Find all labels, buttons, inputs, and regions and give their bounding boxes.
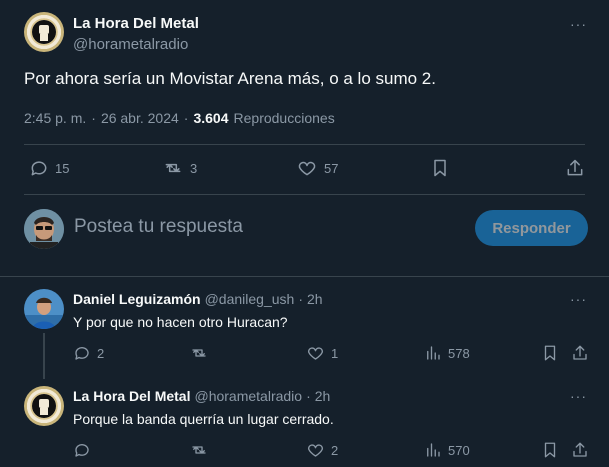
post-date[interactable]: 26 abr. 2024: [101, 110, 179, 126]
meta-separator: ·: [298, 291, 303, 307]
divider: [24, 194, 585, 195]
share-button[interactable]: [565, 158, 585, 178]
views-count: 578: [448, 345, 470, 361]
like-count: 57: [324, 160, 339, 176]
reply-author-handle[interactable]: @danileg_ush: [205, 291, 295, 307]
fist-logo-icon: [32, 20, 56, 44]
heart-icon: [296, 158, 318, 178]
reply-submit-button[interactable]: Responder: [475, 210, 588, 246]
reply-count: 15: [55, 160, 70, 176]
reply-icon: [73, 441, 91, 459]
bookmark-icon: [430, 158, 450, 178]
heart-icon: [306, 344, 325, 362]
heart-icon: [306, 441, 325, 459]
reply-thread-line: [43, 333, 45, 379]
like-count: 2: [331, 442, 339, 458]
views-count: 3.604: [193, 110, 229, 126]
reply-button[interactable]: 2: [73, 344, 104, 362]
reply-author-name[interactable]: Daniel Leguizamón: [73, 291, 201, 307]
views-chart-icon: [424, 441, 442, 459]
reply-count: 2: [97, 345, 105, 361]
reply-button[interactable]: 15: [29, 158, 69, 178]
reply-text: Porque la banda querría un lugar cerrado…: [73, 411, 334, 427]
reply-icon: [29, 158, 49, 178]
like-button[interactable]: 1: [306, 344, 338, 362]
views-button[interactable]: 570: [424, 441, 470, 459]
repost-icon: [189, 441, 209, 459]
bookmark-icon: [541, 441, 559, 459]
user-photo-icon: [24, 289, 64, 329]
author-avatar[interactable]: [24, 12, 64, 52]
like-button[interactable]: 57: [296, 158, 338, 178]
share-button[interactable]: [571, 344, 589, 362]
reply-author-name[interactable]: La Hora Del Metal: [73, 388, 190, 404]
user-avatar[interactable]: [24, 209, 64, 249]
reply-avatar[interactable]: [24, 289, 64, 329]
repost-button[interactable]: [189, 441, 209, 459]
share-icon: [565, 158, 585, 178]
like-button[interactable]: 2: [306, 441, 338, 459]
repost-button[interactable]: [189, 344, 209, 362]
meta-separator: ·: [91, 110, 96, 126]
reply-time[interactable]: 2h: [307, 291, 323, 307]
reply-header: La Hora Del Metal @horametalradio · 2h: [73, 388, 330, 404]
bookmark-icon: [541, 344, 559, 362]
post-meta: 2:45 p. m. · 26 abr. 2024 · 3.604 Reprod…: [24, 110, 335, 126]
more-options-button[interactable]: ···: [570, 16, 587, 32]
repost-count: 3: [190, 160, 198, 176]
bookmark-button[interactable]: [541, 344, 559, 362]
author-name[interactable]: La Hora Del Metal: [73, 15, 199, 32]
share-button[interactable]: [571, 441, 589, 459]
repost-icon: [162, 158, 184, 178]
more-options-button[interactable]: ···: [570, 291, 587, 307]
user-photo-icon: [24, 209, 64, 249]
views-count: 570: [448, 442, 470, 458]
fist-logo-icon: [32, 394, 56, 418]
repost-icon: [189, 344, 209, 362]
reply-input[interactable]: Postea tu respuesta: [74, 216, 243, 238]
bookmark-button[interactable]: [541, 441, 559, 459]
divider: [0, 276, 609, 277]
share-icon: [571, 344, 589, 362]
meta-separator: ·: [183, 110, 189, 126]
author-handle[interactable]: @horametalradio: [73, 36, 188, 53]
views-button[interactable]: 578: [424, 344, 470, 362]
reply-button[interactable]: [73, 441, 91, 459]
meta-separator: ·: [306, 388, 311, 404]
share-icon: [571, 441, 589, 459]
views-label: Reproducciones: [233, 110, 335, 126]
repost-button[interactable]: 3: [162, 158, 197, 178]
post-text: Por ahora sería un Movistar Arena más, o…: [24, 69, 436, 88]
like-count: 1: [331, 345, 339, 361]
reply-time[interactable]: 2h: [315, 388, 331, 404]
reply-icon: [73, 344, 91, 362]
more-options-button[interactable]: ···: [570, 388, 587, 404]
views-chart-icon: [424, 344, 442, 362]
reply-author-handle[interactable]: @horametalradio: [194, 388, 302, 404]
reply-avatar[interactable]: [24, 386, 64, 426]
reply-text: Y por que no hacen otro Huracan?: [73, 314, 288, 330]
reply-header: Daniel Leguizamón @danileg_ush · 2h: [73, 291, 323, 307]
divider: [24, 144, 585, 145]
bookmark-button[interactable]: [430, 158, 450, 178]
post-time[interactable]: 2:45 p. m.: [24, 110, 86, 126]
